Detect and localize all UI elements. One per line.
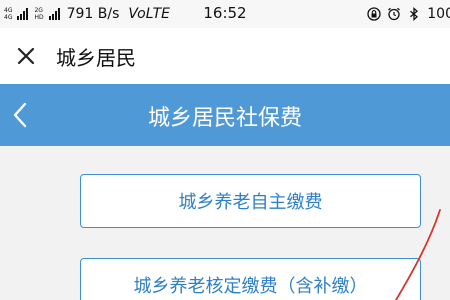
self-pay-button[interactable]: 城乡养老自主缴费 bbox=[80, 174, 421, 228]
content-area: 城乡养老自主缴费 城乡养老核定缴费（含补缴） bbox=[0, 146, 450, 300]
bluetooth-icon bbox=[410, 7, 419, 21]
alarm-clock-icon bbox=[388, 7, 401, 21]
close-button[interactable] bbox=[14, 44, 38, 68]
battery-level: 100 bbox=[427, 6, 450, 22]
close-icon bbox=[17, 47, 35, 65]
header-title: 城乡居民社保费 bbox=[147, 106, 302, 131]
blue-header: 城乡居民社保费 bbox=[0, 84, 450, 146]
assessed-pay-button[interactable]: 城乡养老核定缴费（含补缴） bbox=[80, 258, 421, 300]
lock-rotation-icon bbox=[367, 7, 381, 21]
status-right: 100 bbox=[367, 4, 450, 24]
status-bar: 4G 4G 2G HD 791 B/s VoLTE 16:52 100 bbox=[0, 0, 450, 28]
page-title: 城乡居民 bbox=[56, 46, 136, 70]
title-bar: 城乡居民 bbox=[0, 28, 450, 84]
